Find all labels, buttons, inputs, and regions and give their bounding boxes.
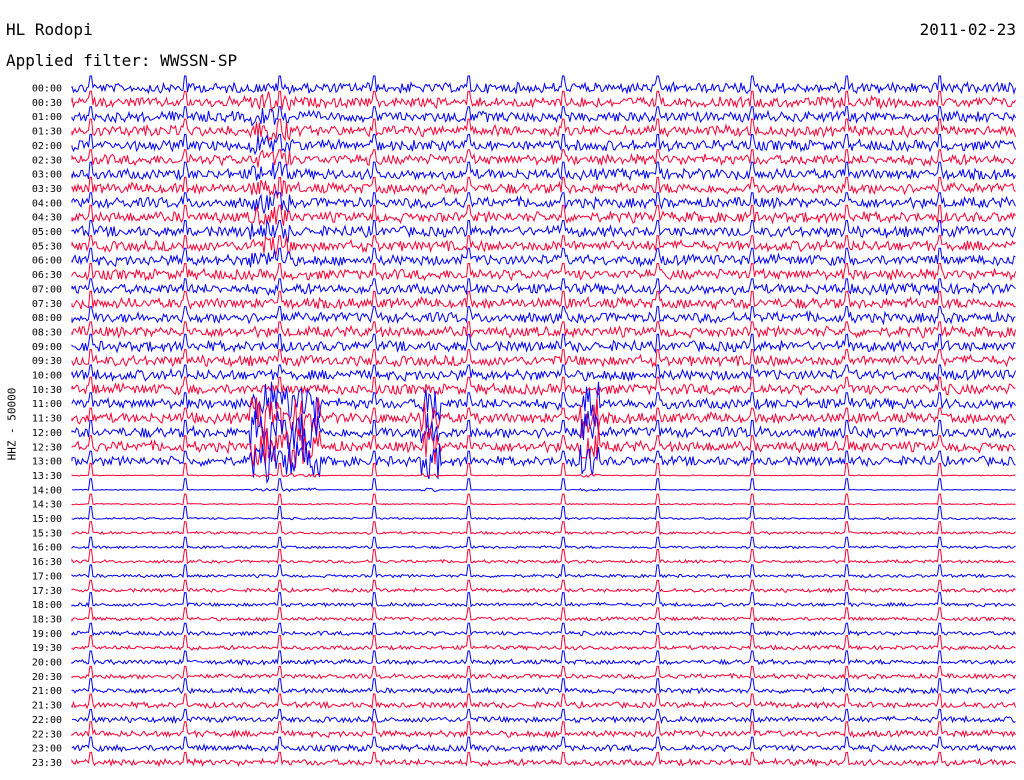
trace-line [71, 751, 1016, 768]
trace-line [71, 278, 1016, 297]
trace-line [71, 376, 1016, 397]
time-label: 22:30 [32, 729, 62, 740]
time-label: 10:00 [32, 371, 62, 382]
time-label: 15:00 [32, 514, 62, 525]
trace-line [71, 204, 1016, 226]
time-label: 01:00 [32, 112, 62, 123]
time-label: 21:00 [32, 686, 62, 697]
trace-line [71, 708, 1016, 725]
time-label: 21:30 [32, 701, 62, 712]
time-label: 04:00 [32, 198, 62, 209]
time-label: 14:00 [32, 485, 62, 496]
trace-line [71, 635, 1016, 652]
time-label: 17:30 [32, 586, 62, 597]
time-label: 13:00 [32, 457, 62, 468]
time-label: 10:30 [32, 385, 62, 396]
time-label: 13:30 [32, 471, 62, 482]
time-label: 03:30 [32, 184, 62, 195]
time-label: 02:30 [32, 155, 62, 166]
time-label: 08:00 [32, 313, 62, 324]
trace-line [71, 306, 1016, 326]
trace-line [71, 478, 1016, 493]
helicorder-plot: 00:00 00:30 01:00 01:30 02:00 02:30 03:00 03:30… [32, 75, 1016, 769]
trace-line [71, 506, 1016, 521]
trace-line [71, 161, 1016, 182]
time-label: 04:30 [32, 213, 62, 224]
time-tick-labels: 00:00 00:30 01:00 01:30 02:00 02:30 03:00 03:30… [32, 84, 62, 769]
seismic-traces [71, 75, 1016, 768]
time-label: 14:30 [32, 500, 62, 511]
trace-line [71, 149, 1016, 168]
trace-line [71, 678, 1016, 695]
trace-line [71, 693, 1016, 710]
time-label: 00:00 [32, 84, 62, 95]
time-label: 07:00 [32, 284, 62, 295]
trace-line [71, 665, 1016, 680]
trace-line [71, 133, 1016, 156]
time-label: 23:30 [32, 758, 62, 769]
time-label: 09:00 [32, 342, 62, 353]
trace-line [71, 263, 1016, 282]
trace-line [71, 290, 1016, 311]
trace-line [71, 189, 1016, 215]
trace-line [71, 592, 1016, 609]
time-label: 07:30 [32, 299, 62, 310]
trace-line [71, 622, 1016, 637]
trace-line [71, 321, 1016, 339]
trace-line [71, 425, 1016, 468]
trace-line [71, 106, 1016, 127]
trace-line [71, 176, 1016, 199]
trace-line [71, 118, 1016, 142]
time-label: 05:30 [32, 241, 62, 252]
time-label: 18:30 [32, 614, 62, 625]
trace-line [71, 349, 1016, 369]
time-label: 20:00 [32, 658, 62, 669]
trace-line [71, 75, 1016, 96]
trace-line [71, 579, 1016, 594]
time-label: 06:30 [32, 270, 62, 281]
trace-line [71, 462, 1016, 478]
time-label: 15:30 [32, 528, 62, 539]
trace-line [71, 90, 1016, 114]
trace-line [71, 549, 1016, 565]
trace-line [71, 736, 1016, 753]
time-label: 16:00 [32, 543, 62, 554]
time-label: 11:30 [32, 414, 62, 425]
trace-line [71, 493, 1016, 506]
time-label: 19:30 [32, 643, 62, 654]
trace-line [71, 364, 1016, 383]
time-label: 06:00 [32, 256, 62, 267]
trace-line [71, 521, 1016, 536]
trace-line [71, 333, 1016, 354]
time-label: 00:30 [32, 98, 62, 109]
time-label: 12:00 [32, 428, 62, 439]
time-label: 02:00 [32, 141, 62, 152]
trace-line [71, 721, 1016, 739]
trace-line [71, 219, 1016, 243]
time-label: 11:00 [32, 399, 62, 410]
time-label: 23:00 [32, 744, 62, 755]
time-label: 08:30 [32, 327, 62, 338]
time-label: 22:00 [32, 715, 62, 726]
time-label: 09:30 [32, 356, 62, 367]
trace-line [71, 607, 1016, 623]
time-label: 19:00 [32, 629, 62, 640]
trace-line [71, 235, 1016, 257]
time-label: 12:30 [32, 442, 62, 453]
time-label: 17:00 [32, 571, 62, 582]
trace-line [71, 564, 1016, 579]
time-label: 01:30 [32, 127, 62, 138]
time-label: 16:30 [32, 557, 62, 568]
trace-line [71, 650, 1016, 667]
time-label: 05:00 [32, 227, 62, 238]
time-label: 20:30 [32, 672, 62, 683]
time-label: 18:00 [32, 600, 62, 611]
trace-line [71, 247, 1016, 268]
trace-line [71, 536, 1016, 550]
time-label: 03:00 [32, 170, 62, 181]
